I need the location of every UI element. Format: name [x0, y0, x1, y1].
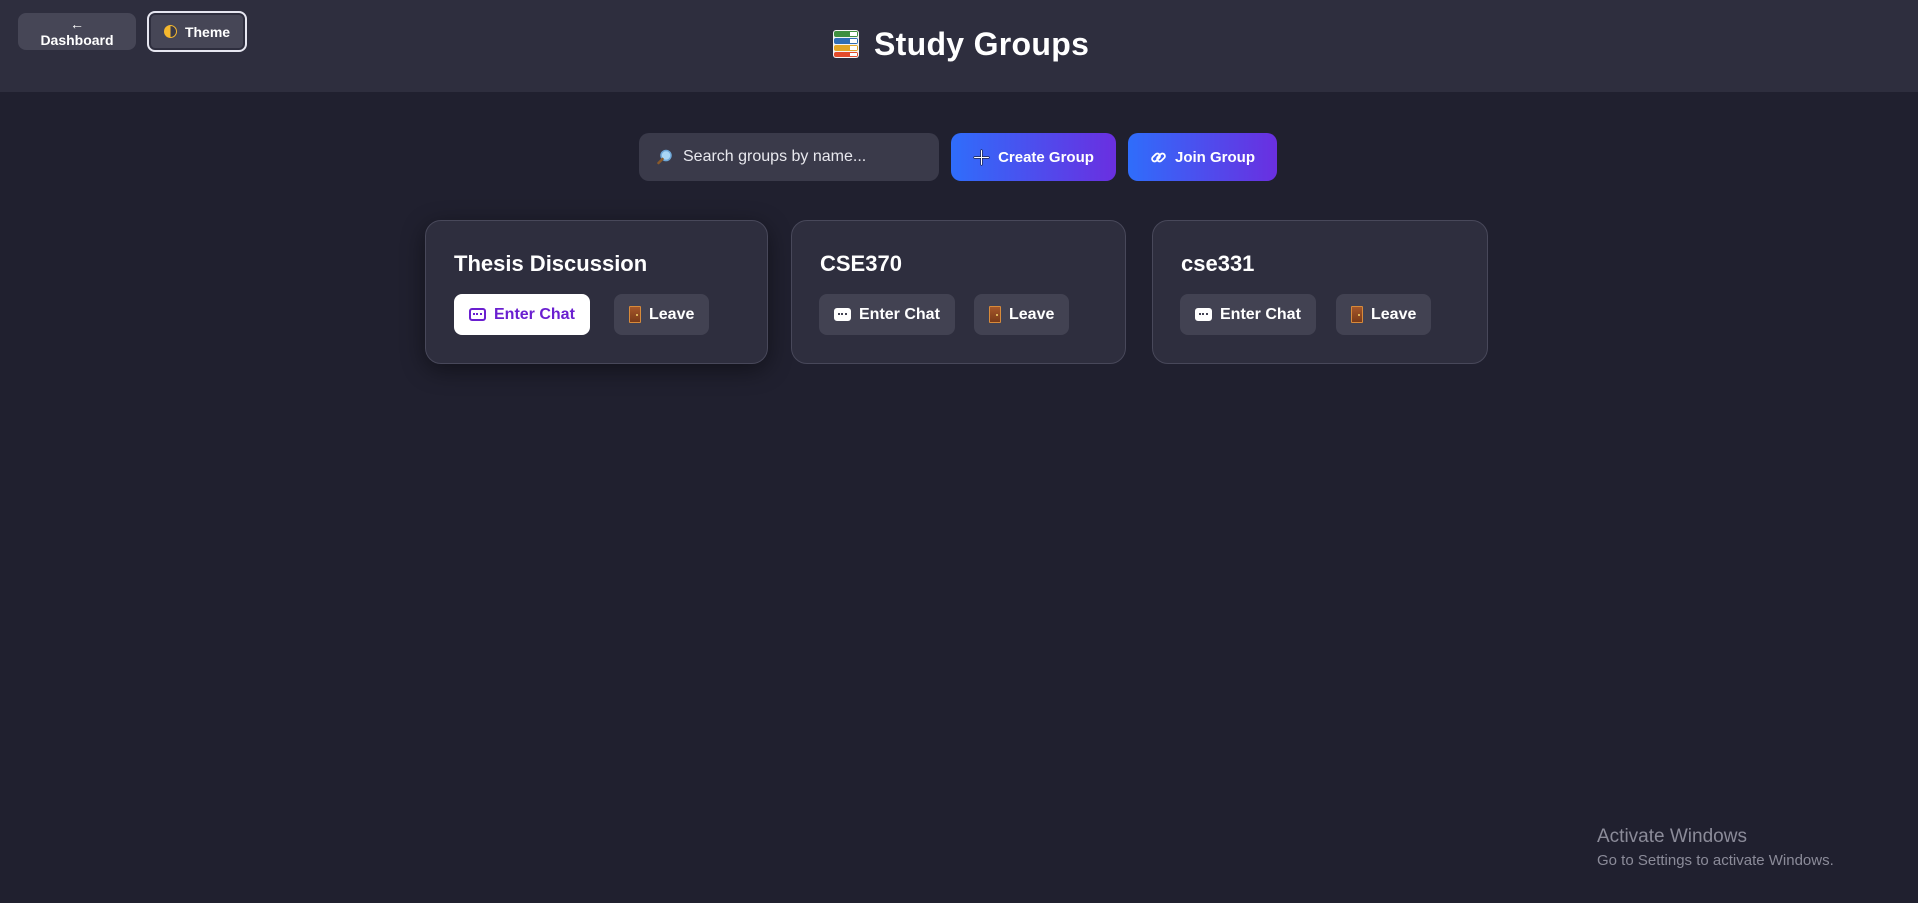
enter-chat-label: Enter Chat: [859, 305, 940, 323]
enter-chat-label: Enter Chat: [1220, 305, 1301, 323]
search-box[interactable]: [639, 133, 939, 181]
leave-label: Leave: [1009, 305, 1055, 323]
group-name: Thesis Discussion: [454, 251, 648, 276]
dashboard-label: ← Dashboard: [40, 15, 114, 48]
leave-label: Leave: [1371, 305, 1417, 323]
link-icon: [1151, 152, 1166, 162]
group-name: CSE370: [820, 251, 902, 276]
leave-label: Leave: [649, 305, 695, 323]
page-title: Study Groups: [874, 25, 1090, 62]
page-header: Study Groups: [830, 24, 1089, 64]
create-group-button[interactable]: Create Group: [951, 133, 1116, 181]
enter-chat-button[interactable]: Enter Chat: [819, 294, 955, 335]
group-card: Thesis Discussion Enter Chat Leave: [425, 220, 768, 364]
activation-watermark: Activate Windows Go to Settings to activ…: [1597, 826, 1834, 869]
group-card: cse331 Enter Chat Leave: [1152, 220, 1488, 364]
chat-icon: [1195, 308, 1212, 321]
half-moon-icon: [163, 25, 177, 38]
chat-icon: [834, 308, 851, 321]
group-name: cse331: [1181, 251, 1255, 276]
door-icon: [1351, 306, 1363, 323]
door-icon: [629, 306, 641, 323]
leave-button[interactable]: Leave: [614, 294, 710, 335]
search-icon: [657, 149, 672, 165]
leave-button[interactable]: Leave: [1336, 294, 1432, 335]
join-group-label: Join Group: [1175, 148, 1255, 166]
door-icon: [989, 306, 1001, 323]
watermark-subtitle: Go to Settings to activate Windows.: [1597, 852, 1834, 869]
search-input[interactable]: [683, 148, 923, 166]
chat-icon: [469, 308, 486, 321]
join-group-button[interactable]: Join Group: [1128, 133, 1277, 181]
leave-button[interactable]: Leave: [974, 294, 1070, 335]
plus-icon: [973, 148, 990, 166]
create-group-label: Create Group: [998, 148, 1094, 166]
dashboard-button[interactable]: ← Dashboard: [18, 13, 136, 50]
group-card: CSE370 Enter Chat Leave: [791, 220, 1126, 364]
theme-button[interactable]: Theme: [147, 11, 247, 52]
enter-chat-label: Enter Chat: [494, 305, 575, 323]
books-icon: [833, 30, 859, 58]
top-bar: ← Dashboard Theme Study Groups: [0, 0, 1918, 92]
theme-label: Theme: [184, 23, 231, 40]
enter-chat-button[interactable]: Enter Chat: [1180, 294, 1316, 335]
watermark-title: Activate Windows: [1597, 826, 1747, 847]
enter-chat-button[interactable]: Enter Chat: [454, 294, 590, 335]
